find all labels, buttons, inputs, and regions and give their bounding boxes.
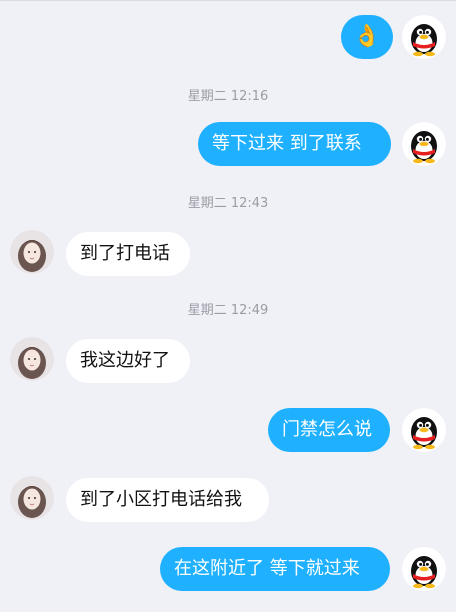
contact-avatar[interactable] xyxy=(10,476,54,520)
contact-avatar[interactable] xyxy=(10,230,54,274)
self-avatar[interactable] xyxy=(402,122,446,166)
outgoing-message-bubble[interactable]: 👌 xyxy=(341,15,393,59)
message-timestamp: 星期二 12:16 xyxy=(187,89,269,104)
contact-photo xyxy=(10,230,54,274)
outgoing-message-bubble[interactable]: 门禁怎么说 xyxy=(268,408,390,452)
self-avatar[interactable] xyxy=(402,408,446,452)
self-avatar[interactable] xyxy=(402,547,446,591)
contact-avatar[interactable] xyxy=(10,337,54,381)
outgoing-message-bubble[interactable]: 在这附近了 等下就过来 xyxy=(160,547,390,591)
qq-penguin-icon xyxy=(402,122,446,166)
self-avatar[interactable] xyxy=(402,15,446,59)
message-timestamp: 星期二 12:43 xyxy=(187,196,269,211)
qq-penguin-icon xyxy=(402,15,446,59)
outgoing-message-bubble[interactable]: 等下过来 到了联系 xyxy=(198,122,391,166)
incoming-message-bubble[interactable]: 到了小区打电话给我 xyxy=(66,478,269,522)
top-divider xyxy=(0,0,456,1)
qq-penguin-icon xyxy=(402,408,446,452)
qq-penguin-icon xyxy=(402,547,446,591)
contact-photo xyxy=(10,476,54,520)
message-timestamp: 星期二 12:49 xyxy=(187,303,269,318)
incoming-message-bubble[interactable]: 我这边好了 xyxy=(66,339,190,383)
contact-photo xyxy=(10,337,54,381)
incoming-message-bubble[interactable]: 到了打电话 xyxy=(66,232,190,276)
